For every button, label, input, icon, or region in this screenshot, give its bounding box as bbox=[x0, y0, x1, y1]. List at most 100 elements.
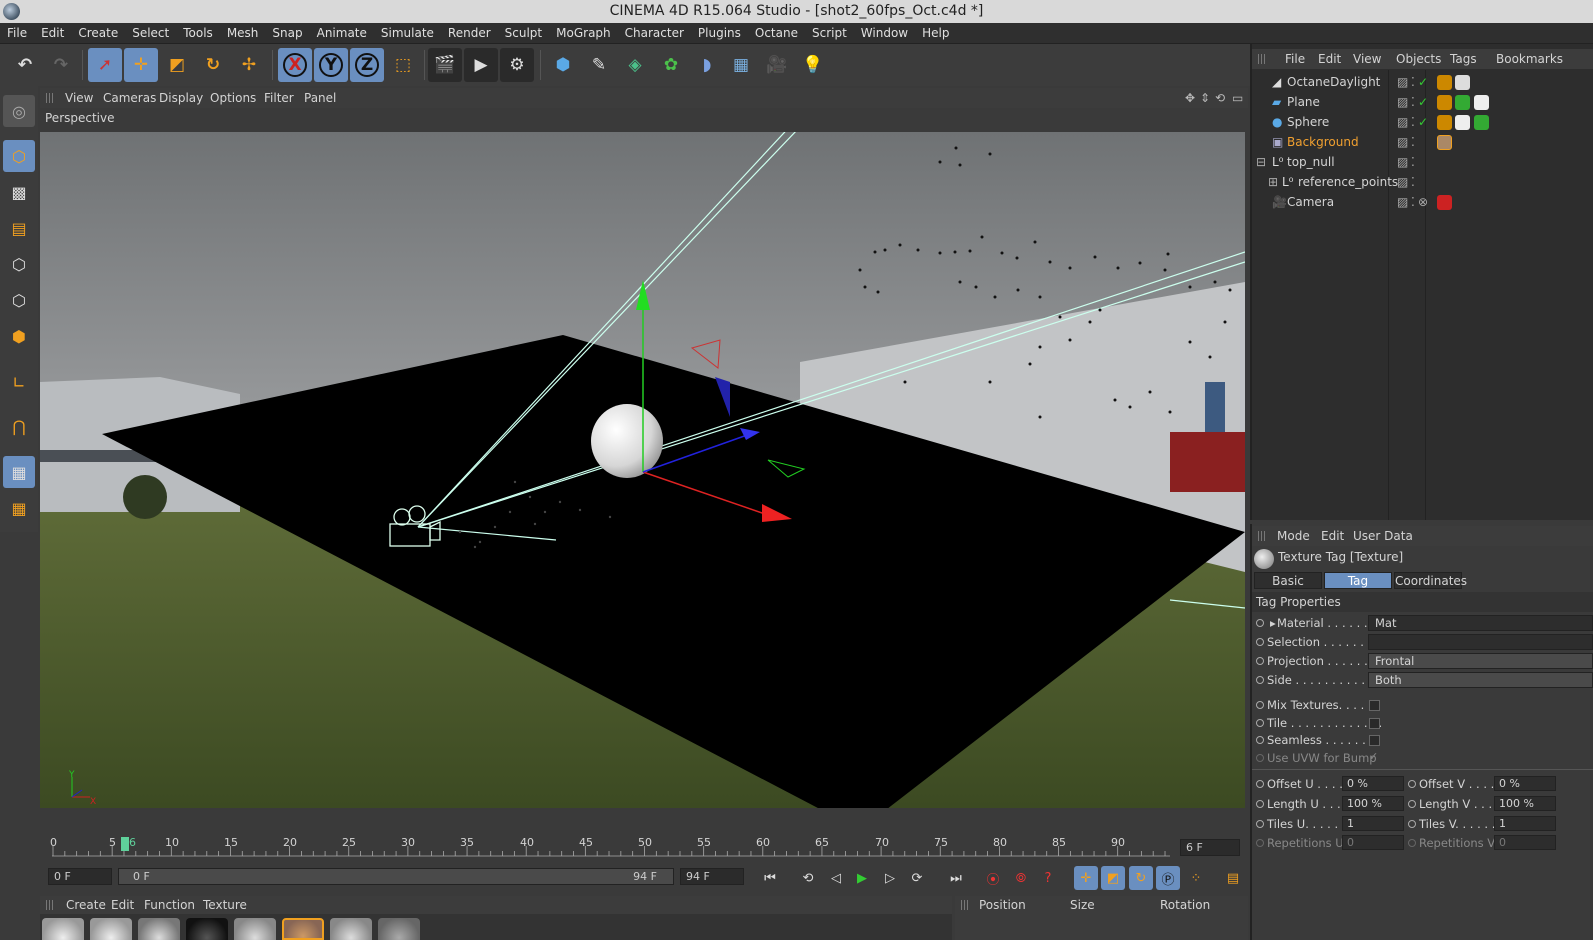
z-axis-icon[interactable]: Z bbox=[350, 48, 384, 82]
key-point-level-icon[interactable]: ⁘ bbox=[1184, 866, 1208, 890]
offset-u-field[interactable]: 0 % bbox=[1342, 776, 1404, 791]
visibility-dots-icon[interactable]: ⁚ bbox=[1411, 172, 1415, 192]
octane-daylight-tag-icon[interactable] bbox=[1455, 75, 1470, 90]
next-frame-icon[interactable]: ▷ bbox=[878, 866, 902, 890]
tab-coordinates[interactable]: Coordinates bbox=[1394, 572, 1467, 589]
camera-icon[interactable]: 🎥 bbox=[760, 48, 794, 82]
edges-mode-icon[interactable]: ⬡ bbox=[3, 284, 35, 316]
camera-record-tag-icon[interactable] bbox=[1437, 195, 1452, 210]
material-swatch[interactable] bbox=[330, 918, 372, 940]
dots-tag-icon[interactable] bbox=[1437, 115, 1452, 130]
menu-file[interactable]: File bbox=[0, 23, 34, 44]
menu-simulate[interactable]: Simulate bbox=[374, 23, 441, 44]
viewport-menu-options[interactable]: Options bbox=[210, 88, 256, 108]
viewport-menu-filter[interactable]: Filter bbox=[264, 88, 294, 108]
octane-sun-tag-icon[interactable] bbox=[1437, 75, 1452, 90]
go-to-end-icon[interactable]: ⏭ bbox=[944, 866, 968, 890]
world-coordinates-icon[interactable]: ⬚ bbox=[386, 48, 420, 82]
animate-dot-icon[interactable] bbox=[1256, 820, 1264, 828]
model-mode-icon[interactable]: ⬡ bbox=[3, 140, 35, 172]
octane-object-tag-icon[interactable] bbox=[1474, 115, 1489, 130]
current-frame-field[interactable]: 6 F bbox=[1180, 839, 1240, 856]
layer-icon[interactable]: ▨ bbox=[1397, 172, 1408, 192]
animate-dot-icon[interactable] bbox=[1256, 657, 1264, 665]
viewport-menu-view[interactable]: View bbox=[65, 88, 93, 108]
selection-field[interactable] bbox=[1368, 634, 1593, 650]
rotate-icon[interactable]: ↻ bbox=[196, 48, 230, 82]
spline-pen-icon[interactable]: ✎ bbox=[582, 48, 616, 82]
undo-icon[interactable]: ↶ bbox=[8, 48, 42, 82]
viewport-maximize-icon[interactable]: ▭ bbox=[1232, 88, 1243, 108]
attr-menu-mode[interactable]: Mode bbox=[1277, 526, 1310, 546]
object-row-octanedaylight[interactable]: ◢ OctaneDaylight ▨ ⁚ ✓ bbox=[1252, 72, 1593, 92]
cube-icon[interactable]: ⬢ bbox=[546, 48, 580, 82]
material-menu-texture[interactable]: Texture bbox=[203, 896, 247, 914]
grip-handle[interactable] bbox=[1258, 531, 1266, 541]
enabled-check-icon[interactable]: ✓ bbox=[1418, 92, 1428, 112]
grip-handle[interactable] bbox=[46, 93, 54, 103]
layer-icon[interactable]: ▨ bbox=[1397, 112, 1408, 132]
animate-dot-icon[interactable] bbox=[1408, 820, 1416, 828]
layer-icon[interactable]: ▨ bbox=[1397, 92, 1408, 112]
animate-dot-icon[interactable] bbox=[1256, 839, 1264, 847]
attr-menu-user-data[interactable]: User Data bbox=[1353, 526, 1413, 546]
offset-v-field[interactable]: 0 % bbox=[1494, 776, 1556, 791]
animate-dot-icon[interactable] bbox=[1256, 701, 1264, 709]
scale-icon[interactable]: ◩ bbox=[160, 48, 194, 82]
layer-icon[interactable]: ▨ bbox=[1397, 132, 1408, 152]
menu-octane[interactable]: Octane bbox=[748, 23, 805, 44]
animate-dot-icon[interactable] bbox=[1408, 800, 1416, 808]
move-icon[interactable]: ✛ bbox=[124, 48, 158, 82]
length-u-field[interactable]: 100 % bbox=[1342, 796, 1404, 811]
timeline-window-icon[interactable]: ▤ bbox=[1221, 866, 1245, 890]
tiles-u-field[interactable]: 1 bbox=[1342, 816, 1404, 831]
expand-icon[interactable]: ⊞ bbox=[1268, 172, 1278, 192]
obj-menu-edit[interactable]: Edit bbox=[1318, 49, 1341, 69]
menu-script[interactable]: Script bbox=[805, 23, 854, 44]
animate-dot-icon[interactable] bbox=[1256, 754, 1264, 762]
play-icon[interactable]: ▶ bbox=[850, 866, 874, 890]
light-icon[interactable]: 💡 bbox=[796, 48, 830, 82]
frame-range-slider[interactable]: 0 F 94 F bbox=[118, 868, 674, 885]
menu-mograph[interactable]: MoGraph bbox=[549, 23, 618, 44]
camera-tag-icon[interactable]: ⊗ bbox=[1418, 192, 1428, 212]
redo-icon[interactable]: ↷ bbox=[44, 48, 78, 82]
key-rotation-icon[interactable]: ↻ bbox=[1129, 866, 1153, 890]
object-row-camera[interactable]: 🎥 Camera ▨ ⁚ ⊗ bbox=[1252, 192, 1593, 212]
auto-keying-icon[interactable]: ⦾ bbox=[1009, 866, 1033, 890]
menu-window[interactable]: Window bbox=[854, 23, 915, 44]
recent-tool-icon[interactable]: ✢ bbox=[232, 48, 266, 82]
material-swatch[interactable] bbox=[186, 918, 228, 940]
material-swatch[interactable] bbox=[378, 918, 420, 940]
object-row-background[interactable]: ▣ Background ▨ ⁚ bbox=[1252, 132, 1593, 152]
length-v-field[interactable]: 100 % bbox=[1494, 796, 1556, 811]
live-selection-icon[interactable]: ➚ bbox=[88, 48, 122, 82]
menu-tools[interactable]: Tools bbox=[176, 23, 220, 44]
projection-dropdown[interactable]: Frontal bbox=[1368, 653, 1593, 669]
animate-dot-icon[interactable] bbox=[1256, 780, 1264, 788]
material-swatch[interactable] bbox=[234, 918, 276, 940]
grip-handle[interactable] bbox=[961, 900, 969, 910]
animate-dot-icon[interactable] bbox=[1408, 780, 1416, 788]
menu-help[interactable]: Help bbox=[915, 23, 956, 44]
mix-textures-checkbox[interactable] bbox=[1369, 700, 1380, 711]
menu-mesh[interactable]: Mesh bbox=[220, 23, 266, 44]
playhead[interactable] bbox=[121, 837, 129, 851]
viewport-menu-panel[interactable]: Panel bbox=[304, 88, 336, 108]
grip-handle[interactable] bbox=[1258, 54, 1266, 64]
floor-icon[interactable]: ▦ bbox=[724, 48, 758, 82]
tiles-v-field[interactable]: 1 bbox=[1494, 816, 1556, 831]
end-frame-field[interactable]: 94 F bbox=[680, 868, 744, 885]
render-settings-icon[interactable]: ⚙ bbox=[500, 48, 534, 82]
repetitions-v-field[interactable]: 0 bbox=[1494, 835, 1556, 850]
visibility-dots-icon[interactable]: ⁚ bbox=[1411, 112, 1415, 132]
menu-plugins[interactable]: Plugins bbox=[691, 23, 748, 44]
animate-dot-icon[interactable] bbox=[1256, 676, 1264, 684]
material-menu-edit[interactable]: Edit bbox=[111, 896, 134, 914]
obj-menu-tags[interactable]: Tags bbox=[1450, 49, 1477, 69]
object-row-reference-points[interactable]: ⊞ L⁰ reference_points ▨ ⁚ bbox=[1252, 172, 1593, 192]
keyframe-selection-icon[interactable]: ? bbox=[1036, 866, 1060, 890]
menu-select[interactable]: Select bbox=[125, 23, 176, 44]
snap-magnet-icon[interactable]: ⋂ bbox=[3, 410, 35, 442]
x-axis-icon[interactable]: X bbox=[278, 48, 312, 82]
